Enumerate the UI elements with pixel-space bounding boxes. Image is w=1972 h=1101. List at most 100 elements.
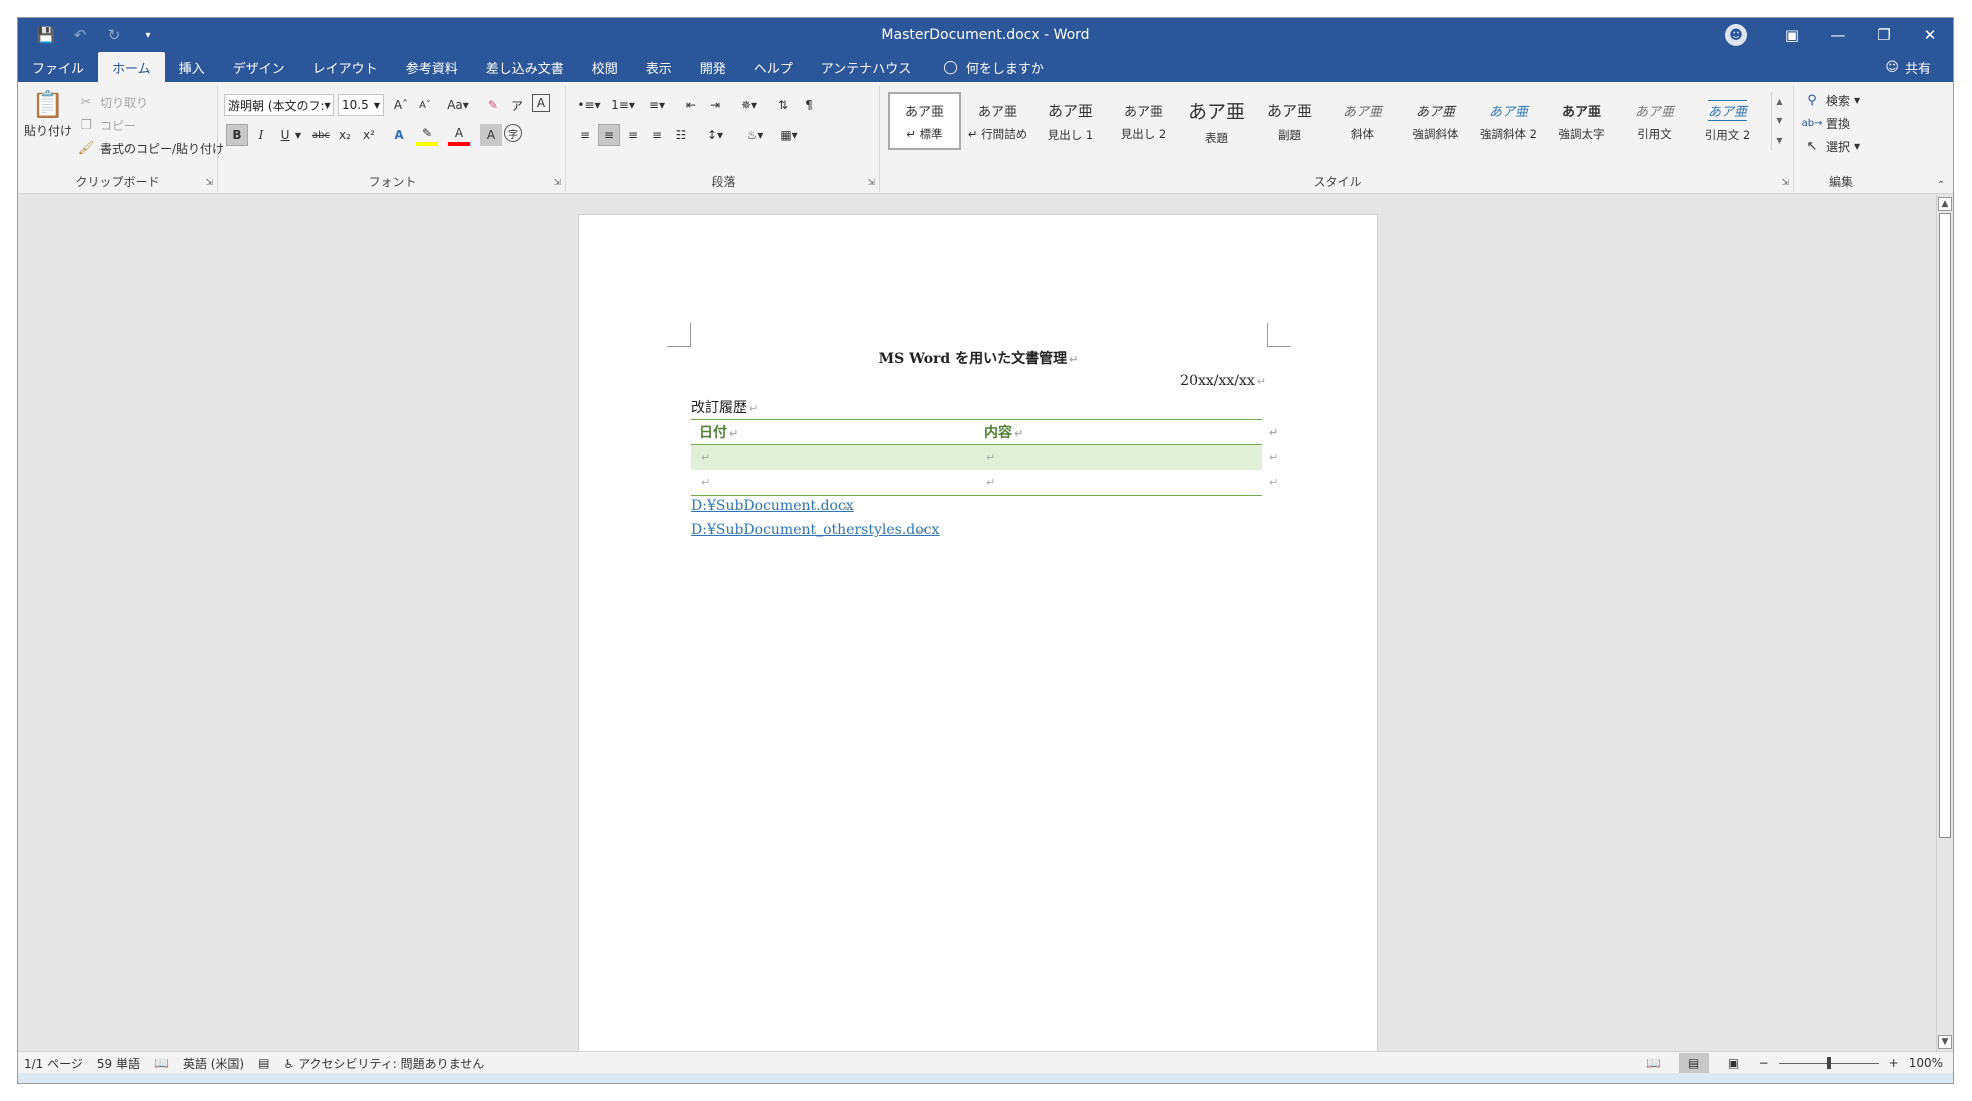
subdocument-link[interactable]: D:¥SubDocument.docx: [691, 498, 854, 514]
more-icon[interactable]: ▼: [1776, 136, 1782, 145]
style-subtitle[interactable]: あア亜 副題: [1253, 92, 1326, 150]
table-header-cell[interactable]: 日付 ↵: [699, 422, 738, 442]
style-heading-1[interactable]: あア亜 見出し 1: [1034, 92, 1107, 150]
scroll-down-icon[interactable]: ▼: [1938, 1035, 1952, 1049]
zoom-slider-knob[interactable]: [1826, 1057, 1831, 1069]
asian-layout-icon[interactable]: ✵▾: [734, 94, 764, 116]
shrink-font-icon[interactable]: Aˇ: [414, 94, 436, 116]
table-cell[interactable]: ↵: [701, 451, 710, 464]
account-avatar-icon[interactable]: ☻: [1725, 24, 1747, 46]
style-emphasis[interactable]: あア亜 斜体: [1326, 92, 1399, 150]
scroll-up-icon[interactable]: ▲: [1938, 197, 1952, 211]
align-left-icon[interactable]: ≡: [574, 124, 596, 146]
text-effects-icon[interactable]: A: [388, 124, 410, 146]
minimize-icon[interactable]: —: [1815, 18, 1861, 52]
align-right-icon[interactable]: ≡: [622, 124, 644, 146]
print-layout-icon[interactable]: ▤: [1678, 1053, 1709, 1073]
save-icon[interactable]: 💾: [34, 23, 58, 47]
macro-recording-icon[interactable]: ▤: [258, 1056, 269, 1070]
select-button[interactable]: ↖ 選択 ▼: [1802, 136, 1861, 156]
undo-icon[interactable]: ↶: [68, 23, 92, 47]
tab-home[interactable]: ホーム: [98, 52, 165, 82]
style-strong[interactable]: あア亜 強調太字: [1545, 92, 1618, 150]
style-subtle-emphasis[interactable]: あア亜 強調斜体: [1399, 92, 1472, 150]
shading-icon[interactable]: ♨▾: [740, 124, 770, 146]
enclose-characters-icon[interactable]: 字: [504, 124, 522, 142]
customize-qat-icon[interactable]: ▾: [136, 23, 160, 47]
web-layout-icon[interactable]: ▣: [1719, 1053, 1749, 1073]
accessibility-status[interactable]: ♿ アクセシビリティ: 問題ありません: [283, 1055, 484, 1072]
table-header-cell[interactable]: 内容 ↵: [984, 422, 1023, 442]
document-date[interactable]: 20xx/xx/xx ↵: [691, 373, 1266, 389]
tab-mailings[interactable]: 差し込み文書: [472, 52, 578, 82]
read-mode-icon[interactable]: 📖: [1639, 1053, 1669, 1073]
tab-help[interactable]: ヘルプ: [740, 52, 807, 82]
style-intense-emphasis[interactable]: あア亜 強調斜体 2: [1472, 92, 1545, 150]
document-canvas[interactable]: MS Word を用いた文書管理 ↵ 20xx/xx/xx ↵ 改訂履歴 ↵ 日付 ↵ …: [18, 195, 1938, 1051]
revision-history-label[interactable]: 改訂履歴 ↵: [691, 397, 758, 417]
style-heading-2[interactable]: あア亜 見出し 2: [1107, 92, 1180, 150]
document-title[interactable]: MS Word を用いた文書管理 ↵: [691, 348, 1266, 368]
format-painter-button[interactable]: 🖌 書式のコピー/貼り付け: [76, 138, 224, 158]
font-color-icon[interactable]: A: [448, 124, 470, 146]
restore-icon[interactable]: ❐: [1861, 18, 1907, 52]
share-button[interactable]: ☺ 共有: [1885, 52, 1931, 82]
tab-review[interactable]: 校閲: [578, 52, 632, 82]
clear-formatting-icon[interactable]: ✎: [482, 94, 504, 116]
redo-icon[interactable]: ↻: [102, 23, 126, 47]
vertical-scrollbar[interactable]: ▲ ▼: [1936, 195, 1953, 1051]
numbering-icon[interactable]: 1≡▾: [608, 94, 638, 116]
align-center-icon[interactable]: ≡: [598, 124, 620, 146]
strikethrough-icon[interactable]: abc: [310, 124, 332, 146]
style-no-spacing[interactable]: あア亜 ↵ 行間詰め: [961, 92, 1034, 150]
distributed-icon[interactable]: ☷: [670, 124, 692, 146]
cut-button[interactable]: ✂ 切り取り: [76, 92, 148, 112]
change-case-icon[interactable]: Aa▾: [442, 94, 474, 116]
proofing-icon[interactable]: 📖: [154, 1056, 169, 1070]
language-indicator[interactable]: 英語 (米国): [183, 1055, 244, 1072]
dialog-launcher-icon[interactable]: ⇲: [867, 178, 875, 188]
page-count[interactable]: 1/1 ページ: [24, 1055, 83, 1072]
justify-icon[interactable]: ≡: [646, 124, 668, 146]
italic-icon[interactable]: I: [250, 124, 272, 146]
tab-developer[interactable]: 開発: [686, 52, 740, 82]
chevron-up-icon[interactable]: ▲: [1776, 97, 1782, 106]
style-intense-quote[interactable]: あア亜 引用文 2: [1691, 92, 1764, 150]
dialog-launcher-icon[interactable]: ⇲: [205, 178, 213, 188]
multilevel-list-icon[interactable]: ≡▾: [642, 94, 672, 116]
tab-insert[interactable]: 挿入: [165, 52, 219, 82]
tab-references[interactable]: 参考資料: [392, 52, 472, 82]
zoom-slider[interactable]: [1778, 1053, 1879, 1073]
paste-button[interactable]: 📋 貼り付け: [24, 90, 72, 152]
superscript-icon[interactable]: x²: [358, 124, 380, 146]
paragraph-mark-icon[interactable]: ¶: [798, 94, 820, 116]
bold-icon[interactable]: B: [226, 124, 248, 146]
font-size-box[interactable]: 10.5 ▼: [338, 94, 384, 116]
tell-me-box[interactable]: ◯ 何をしますか: [925, 52, 1044, 82]
table-cell[interactable]: ↵: [986, 451, 995, 464]
table-cell[interactable]: ↵: [986, 476, 995, 489]
grow-font-icon[interactable]: Aˆ: [390, 94, 412, 116]
tab-layout[interactable]: レイアウト: [299, 52, 392, 82]
styles-gallery-scroll[interactable]: ▲ ▼ ▼: [1771, 92, 1787, 150]
tab-view[interactable]: 表示: [632, 52, 686, 82]
borders-icon[interactable]: ▦▾: [774, 124, 804, 146]
zoom-level[interactable]: 100%: [1909, 1056, 1943, 1070]
dialog-launcher-icon[interactable]: ⇲: [553, 178, 561, 188]
sort-icon[interactable]: ⇅: [772, 94, 794, 116]
chevron-down-icon[interactable]: ▼: [1776, 116, 1782, 125]
zoom-in-icon[interactable]: +: [1889, 1056, 1899, 1070]
style-quote[interactable]: あア亜 引用文: [1618, 92, 1691, 150]
character-shading-icon[interactable]: A: [480, 124, 502, 146]
font-name-box[interactable]: 游明朝 (本文のフ: ▼: [224, 94, 334, 116]
document-page[interactable]: MS Word を用いた文書管理 ↵ 20xx/xx/xx ↵ 改訂履歴 ↵ 日付 ↵ …: [578, 214, 1378, 1051]
tab-design[interactable]: デザイン: [219, 52, 299, 82]
increase-indent-icon[interactable]: ⇥: [704, 94, 726, 116]
phonetic-guide-icon[interactable]: ア: [506, 94, 528, 116]
zoom-out-icon[interactable]: −: [1759, 1056, 1769, 1070]
style-title[interactable]: あア亜 表題: [1180, 92, 1253, 150]
bullets-icon[interactable]: •≡▾: [574, 94, 604, 116]
subscript-icon[interactable]: x₂: [334, 124, 356, 146]
close-icon[interactable]: ✕: [1907, 18, 1953, 52]
find-button[interactable]: ⚲ 検索 ▼: [1802, 90, 1860, 110]
